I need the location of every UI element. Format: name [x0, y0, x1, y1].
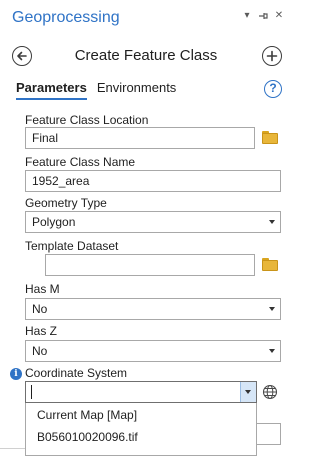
chevron-down-icon [269, 307, 275, 311]
has-z-select[interactable]: No [25, 340, 281, 362]
tab-parameters[interactable]: Parameters [16, 80, 87, 100]
text-cursor [31, 385, 32, 399]
tab-environments[interactable]: Environments [97, 80, 176, 100]
globe-icon[interactable] [262, 384, 278, 400]
coordinate-dropdown-button[interactable] [240, 382, 256, 402]
add-button[interactable] [262, 46, 282, 66]
chevron-down-icon [245, 390, 251, 394]
location-input[interactable]: Final [25, 127, 255, 149]
folder-icon[interactable] [262, 131, 278, 144]
pin-icon[interactable] [258, 11, 268, 24]
help-icon[interactable]: ? [264, 80, 282, 98]
add-icon [266, 50, 278, 62]
geometry-type-label: Geometry Type [25, 196, 107, 210]
info-icon[interactable]: i [10, 368, 22, 380]
has-m-value: No [32, 302, 48, 316]
divider [0, 448, 25, 449]
dropdown-option-current-map[interactable]: Current Map [Map] [37, 408, 137, 422]
name-input[interactable]: 1952_area [25, 170, 281, 192]
chevron-down-icon [269, 349, 275, 353]
has-m-label: Has M [25, 282, 60, 296]
has-m-select[interactable]: No [25, 298, 281, 320]
coordinate-dropdown-list: Current Map [Map] B056010020096.tif [25, 403, 257, 456]
close-icon[interactable]: ✕ [274, 11, 284, 24]
has-z-label: Has Z [25, 324, 58, 338]
options-menu-icon[interactable]: ▾ [242, 11, 252, 24]
folder-icon[interactable] [262, 258, 278, 271]
has-z-value: No [32, 344, 48, 358]
coordinate-system-combo[interactable] [25, 381, 257, 403]
template-dataset-input[interactable] [45, 254, 255, 276]
tab-bar: Parameters Environments [16, 80, 176, 100]
dropdown-option-raster[interactable]: B056010020096.tif [37, 430, 138, 444]
location-label: Feature Class Location [25, 113, 149, 127]
tool-header: Create Feature Class [0, 40, 292, 72]
chevron-down-icon [269, 220, 275, 224]
geometry-type-value: Polygon [32, 215, 76, 229]
geometry-type-select[interactable]: Polygon [25, 211, 281, 233]
tool-title: Create Feature Class [74, 47, 218, 64]
pane-title: Geoprocessing [12, 9, 120, 26]
coordinate-system-label: Coordinate System [25, 366, 128, 380]
pane-controls: ▾ ✕ [242, 11, 284, 24]
name-label: Feature Class Name [25, 155, 136, 169]
template-dataset-label: Template Dataset [25, 239, 119, 253]
pane-title-bar: Geoprocessing ▾ ✕ [0, 0, 292, 32]
spatial-reference-input[interactable] [257, 423, 281, 445]
